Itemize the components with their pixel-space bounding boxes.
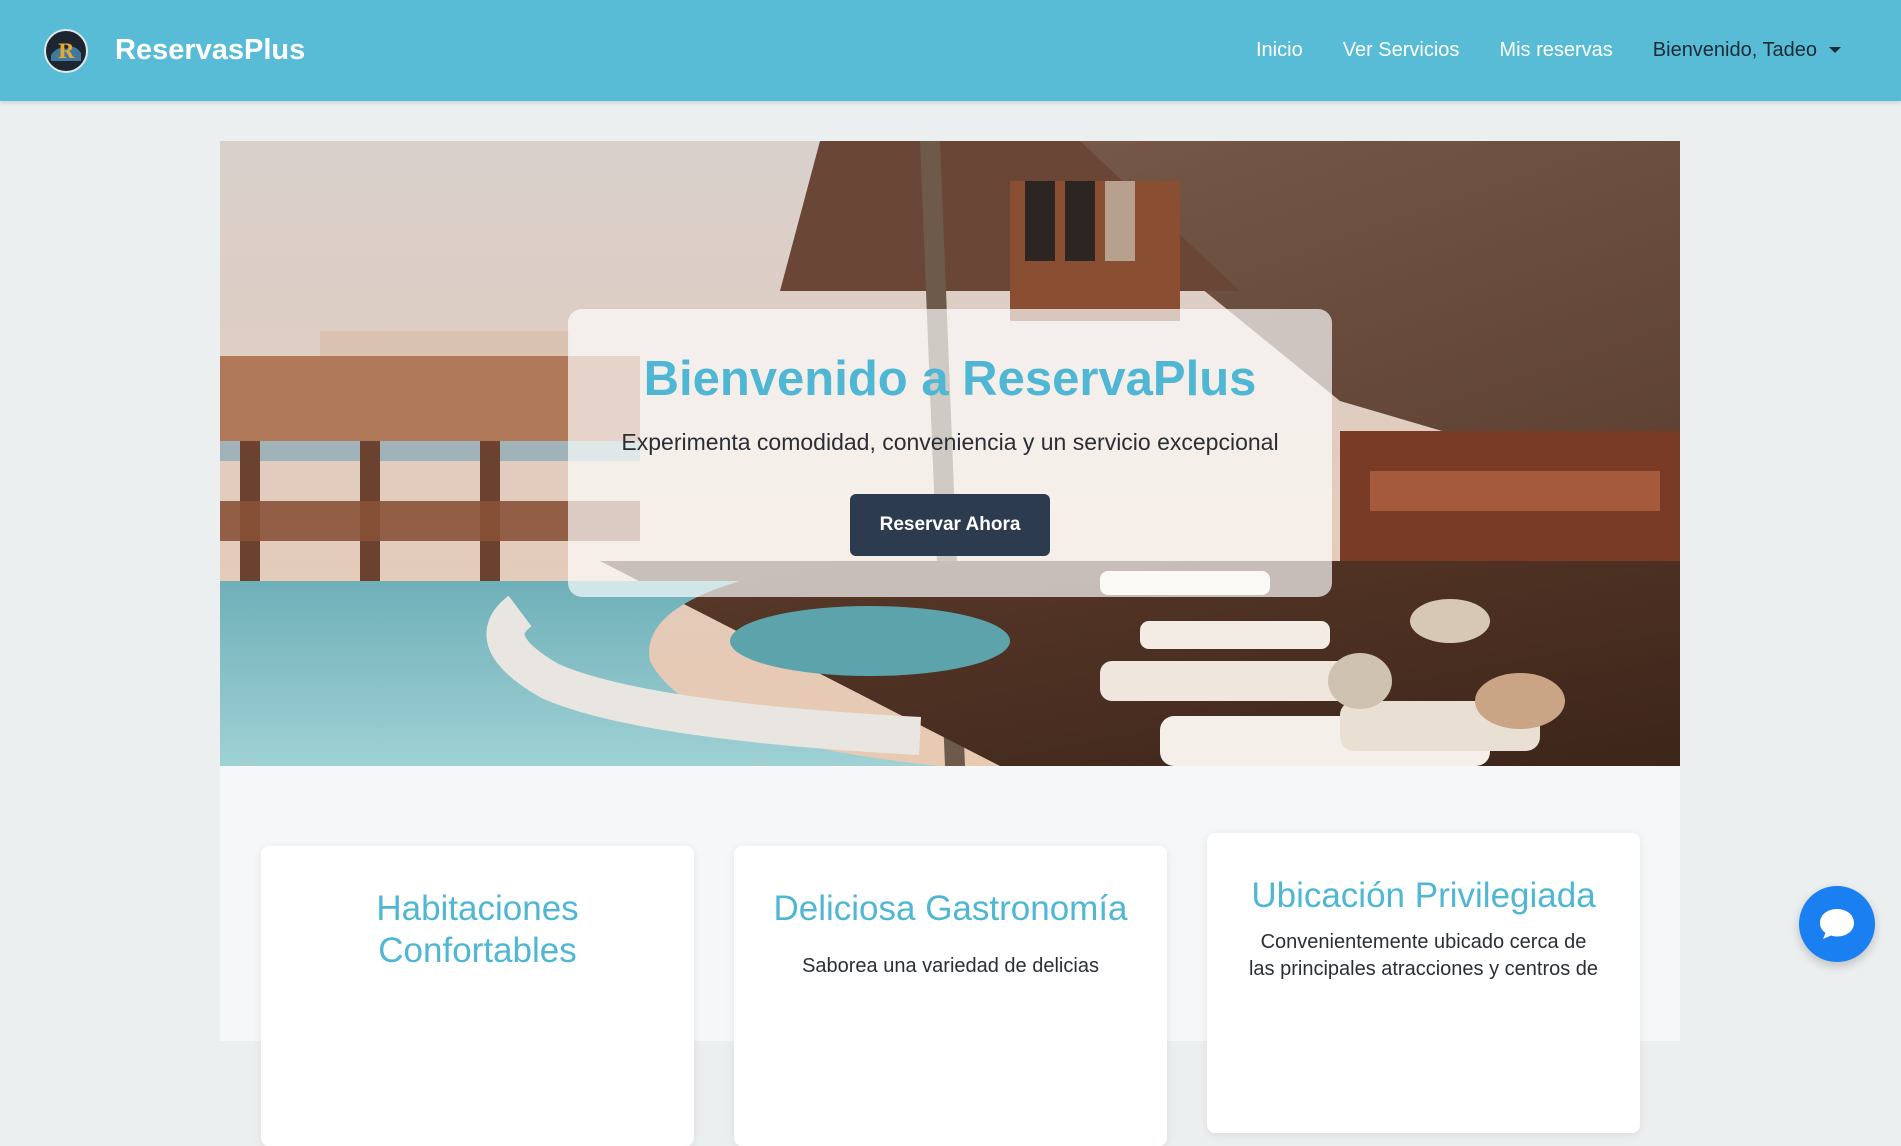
feature-card-text: Convenientemente ubicado cerca de las pr… (1248, 931, 1599, 980)
user-menu-label: Bienvenido, Tadeo (1652, 38, 1817, 61)
chat-bubble-icon (1820, 909, 1854, 939)
navbar: R ReservasPlus Inicio Ver Servicios Mis … (0, 0, 1901, 101)
hero-title: Bienvenido a ReservaPlus (643, 352, 1257, 406)
hero-subtitle: Experimenta comodidad, conveniencia y un… (621, 429, 1279, 455)
user-menu-dropdown[interactable]: Bienvenido, Tadeo (1653, 39, 1841, 62)
feature-card-title: Habitaciones Confortables (376, 889, 579, 970)
feature-card-habitaciones: Habitaciones Confortables (261, 846, 694, 1146)
feature-card-gastronomia: Deliciosa Gastronomía Saborea una varied… (734, 846, 1167, 1146)
caret-down-icon (1829, 47, 1841, 53)
feature-card-ubicacion: Ubicación Privilegiada Convenientemente … (1207, 833, 1640, 1133)
reservar-ahora-button[interactable]: Reservar Ahora (850, 494, 1050, 556)
nav-links: Inicio Ver Servicios Mis reservas Bienve… (1216, 30, 1841, 70)
nav-link-ver-servicios[interactable]: Ver Servicios (1343, 39, 1460, 62)
nav-link-mis-reservas[interactable]: Mis reservas (1499, 39, 1612, 62)
nav-link-inicio[interactable]: Inicio (1256, 39, 1303, 62)
feature-card-title: Deliciosa Gastronomía (773, 889, 1128, 928)
reservasplus-logo-icon[interactable]: R (44, 29, 88, 73)
hero-overlay-card: Bienvenido a ReservaPlus Experimenta com… (568, 309, 1332, 597)
feature-card-title: Ubicación Privilegiada (1251, 876, 1596, 915)
main-content: Bienvenido a ReservaPlus Experimenta com… (220, 141, 1680, 1146)
brand-name[interactable]: ReservasPlus (115, 30, 305, 70)
chat-button[interactable] (1799, 886, 1875, 962)
feature-card-text: Saborea una variedad de delicias (802, 955, 1099, 977)
svg-text:R: R (58, 39, 75, 63)
hero-banner: Bienvenido a ReservaPlus Experimenta com… (220, 141, 1680, 766)
